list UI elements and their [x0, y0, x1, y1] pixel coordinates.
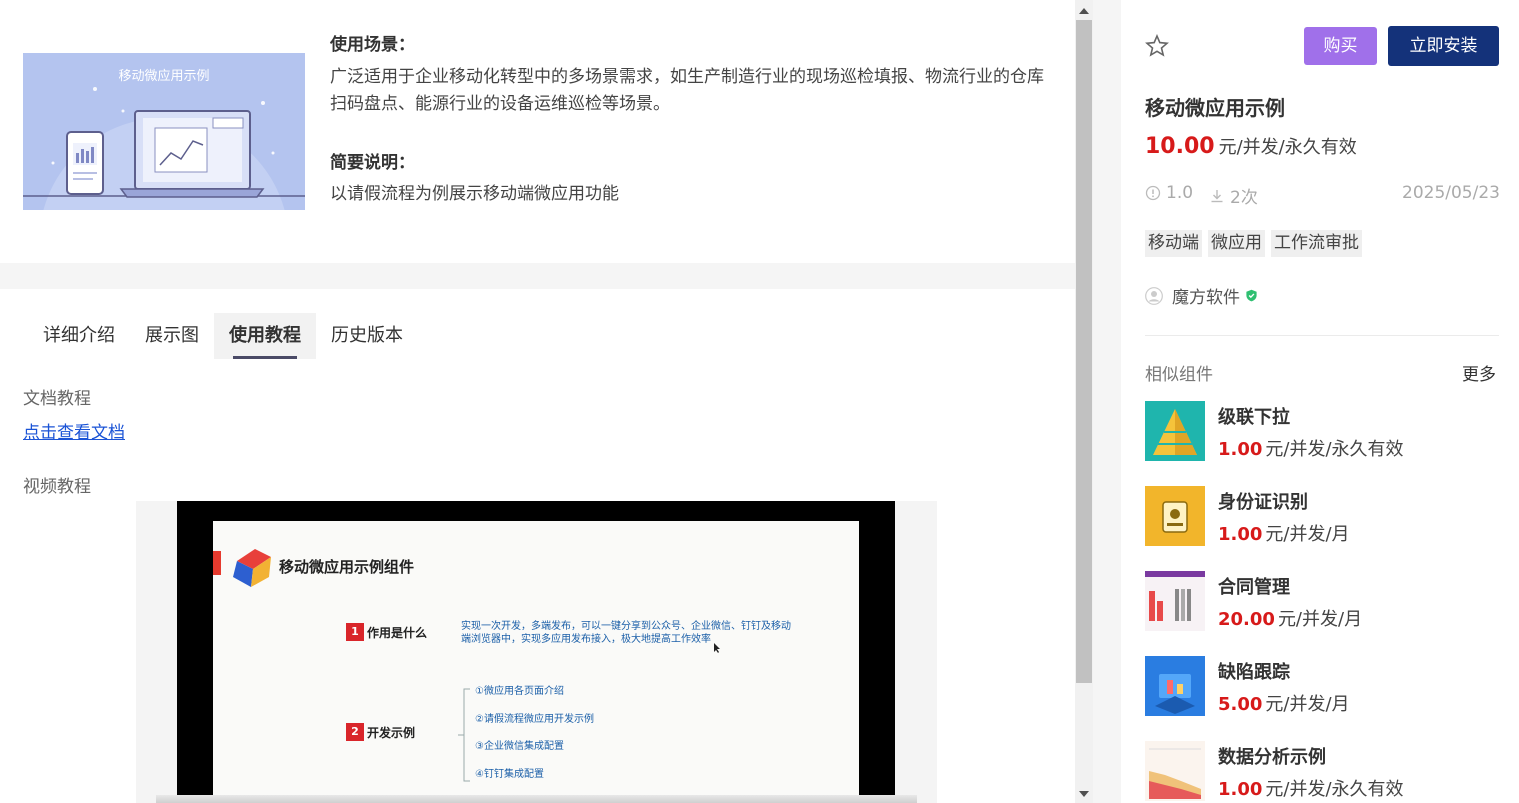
tutorial-card: 详细介绍 展示图 使用教程 历史版本 文档教程 点击查看文档 视频教程 移动微应…: [0, 289, 1075, 803]
video-player[interactable]: 移动微应用示例组件 1 作用是什么 实现一次开发，多端发布，可以一键分享到公众号…: [177, 501, 895, 803]
defect-tracking-thumbnail: [1145, 656, 1205, 716]
similar-item[interactable]: 数据分析示例 1.00 元/并发/永久有效: [1145, 741, 1499, 803]
tag-list: 移动端 微应用 工作流审批: [1145, 230, 1362, 257]
doc-tutorial-label: 文档教程: [23, 389, 91, 409]
similar-item-price: 1.00 元/并发/月: [1218, 524, 1350, 545]
slide-accent: [213, 551, 221, 575]
similar-item-name: 级联下拉: [1218, 407, 1290, 428]
tab-tutorial[interactable]: 使用教程: [214, 313, 316, 359]
similar-item[interactable]: 合同管理 20.00 元/并发/月: [1145, 571, 1499, 633]
video-controls-bar: [156, 795, 917, 803]
similar-item-price: 1.00 元/并发/永久有效: [1218, 779, 1404, 800]
buy-button[interactable]: 购买: [1304, 27, 1377, 65]
user-avatar-icon: [1145, 286, 1163, 305]
price-row: 10.00 元/并发/永久有效: [1145, 133, 1357, 159]
similar-item-name: 数据分析示例: [1218, 747, 1326, 768]
id-card-thumbnail: [1145, 486, 1205, 546]
main-content: 移动微应用示例 使用场景： 广泛适用于企业移动化转型中的多场景需求，如生产制造行…: [0, 0, 1075, 803]
price-value: 10.00: [1145, 134, 1215, 159]
product-intro-card: 移动微应用示例 使用场景： 广泛适用于企业移动化转型中的多场景需求，如生产制造行…: [0, 0, 1075, 263]
tag-item[interactable]: 微应用: [1208, 230, 1265, 257]
slide-point-1: ①微应用各页面介绍: [475, 686, 564, 697]
vendor-row[interactable]: 魔方软件: [1145, 283, 1258, 308]
similar-item-name: 缺陷跟踪: [1218, 662, 1290, 683]
slide-num-1: 1: [346, 623, 364, 641]
similar-item[interactable]: 级联下拉 1.00 元/并发/永久有效: [1145, 401, 1499, 463]
tag-item[interactable]: 移动端: [1145, 230, 1202, 257]
similar-item-price: 1.00 元/并发/永久有效: [1218, 439, 1404, 460]
tab-details[interactable]: 详细介绍: [28, 313, 130, 359]
laptop-phone-illustration: [23, 87, 305, 210]
download-count: 2次: [1230, 188, 1258, 208]
similar-item-name: 身份证识别: [1218, 492, 1308, 513]
scroll-down-icon[interactable]: [1079, 791, 1089, 797]
version-info: 1.0: [1145, 183, 1193, 203]
install-button[interactable]: 立即安装: [1388, 26, 1499, 66]
similar-item[interactable]: 身份证识别 1.00 元/并发/月: [1145, 486, 1499, 548]
cube-logo-icon: [233, 549, 271, 587]
product-name: 移动微应用示例: [1145, 96, 1285, 120]
slide-point-2: ②请假流程微应用开发示例: [475, 714, 594, 725]
star-icon[interactable]: [1145, 34, 1169, 58]
slide-item1-title: 作用是什么: [367, 626, 428, 640]
slide-num-2: 2: [346, 723, 364, 741]
more-link[interactable]: 更多: [1462, 360, 1496, 385]
data-analysis-thumbnail: [1145, 741, 1205, 801]
tag-item[interactable]: 工作流审批: [1271, 230, 1362, 257]
similar-item[interactable]: 缺陷跟踪 5.00 元/并发/月: [1145, 656, 1499, 718]
tab-bar: 详细介绍 展示图 使用教程 历史版本: [28, 313, 418, 359]
video-container: 移动微应用示例组件 1 作用是什么 实现一次开发，多端发布，可以一键分享到公众号…: [136, 501, 937, 803]
similar-item-price: 5.00 元/并发/月: [1218, 694, 1350, 715]
similar-item-price: 20.00 元/并发/月: [1218, 609, 1363, 630]
contract-management-thumbnail: [1145, 571, 1205, 631]
similar-item-name: 合同管理: [1218, 577, 1290, 598]
product-thumbnail: 移动微应用示例: [23, 53, 305, 210]
view-doc-link[interactable]: 点击查看文档: [23, 418, 125, 443]
cursor-icon: [714, 643, 720, 653]
vertical-scrollbar[interactable]: [1075, 0, 1093, 803]
scene-title: 使用场景：: [330, 35, 415, 55]
slide-point-3: ③企业微信集成配置: [475, 741, 564, 752]
slide-item1-desc-1: 实现一次开发，多端发布，可以一键分享到公众号、企业微信、钉钉及移动: [461, 621, 791, 632]
info-icon: [1145, 185, 1161, 201]
slide-item1-desc-2: 端浏览器中，实现多应用发布接入，极大地提高工作效率: [461, 634, 711, 645]
divider: [1145, 335, 1499, 336]
download-info: 2次: [1209, 183, 1258, 208]
verified-badge-icon: [1246, 289, 1257, 302]
slide-point-4: ④钉钉集成配置: [475, 769, 544, 780]
scrollbar-thumb[interactable]: [1076, 20, 1092, 683]
video-tutorial-label: 视频教程: [23, 477, 91, 497]
brief-text: 以请假流程为例展示移动端微应用功能: [330, 184, 619, 204]
similar-components-title: 相似组件: [1145, 365, 1213, 385]
slide-title: 移动微应用示例组件: [279, 558, 415, 576]
slide-item2-title: 开发示例: [367, 726, 416, 740]
video-frame: 移动微应用示例组件 1 作用是什么 实现一次开发，多端发布，可以一键分享到公众号…: [213, 521, 859, 803]
brief-title: 简要说明：: [330, 153, 415, 173]
product-sidebar: 购买 立即安装 移动微应用示例 10.00 元/并发/永久有效 1.0 2次 20…: [1121, 0, 1519, 803]
cascade-dropdown-thumbnail: [1145, 401, 1205, 461]
tab-history[interactable]: 历史版本: [316, 313, 418, 359]
version-value: 1.0: [1166, 183, 1194, 203]
vendor-name: 魔方软件: [1172, 288, 1240, 308]
price-unit: 元/并发/永久有效: [1218, 137, 1357, 158]
tab-screenshots[interactable]: 展示图: [130, 313, 214, 359]
release-date: 2025/05/23: [1402, 183, 1500, 203]
scene-text: 广泛适用于企业移动化转型中的多场景需求，如生产制造行业的现场巡检填报、物流行业的…: [330, 67, 1044, 114]
download-icon: [1211, 189, 1223, 202]
scroll-up-icon[interactable]: [1079, 8, 1089, 14]
